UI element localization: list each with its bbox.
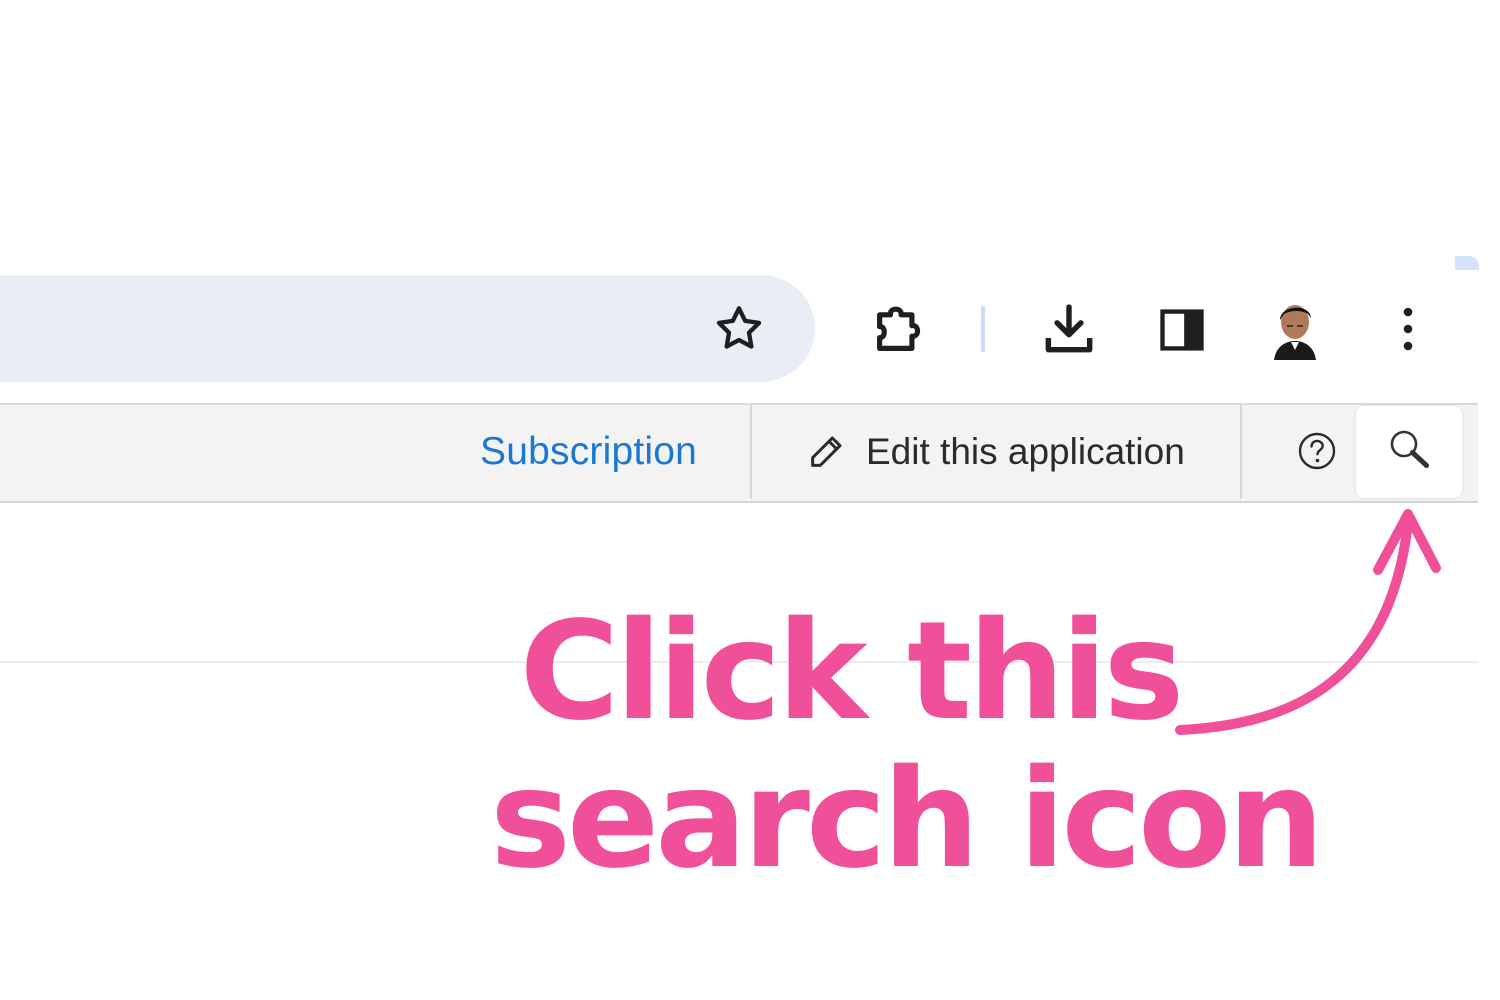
puzzle-piece-icon[interactable] <box>866 296 932 362</box>
edit-application-label: Edit this application <box>866 431 1185 472</box>
search-button[interactable] <box>1356 406 1462 498</box>
profile-avatar[interactable] <box>1266 298 1324 360</box>
toolbar-divider <box>981 306 985 352</box>
window-frame-corner <box>1455 256 1479 270</box>
app-header <box>0 403 1478 503</box>
question-circle-icon[interactable] <box>1296 430 1338 472</box>
pencil-icon <box>806 432 846 472</box>
address-bar[interactable] <box>0 275 815 382</box>
three-dots-vertical-icon[interactable] <box>1384 298 1432 360</box>
annotation-line-2: search icon <box>490 741 1324 899</box>
edit-application-button[interactable]: Edit this application <box>806 424 1185 480</box>
download-icon[interactable] <box>1036 296 1102 362</box>
header-separator <box>750 405 752 499</box>
screenshot-stage: Subscription Edit this application Click <box>0 0 1500 1000</box>
annotation-text: Click this search icon <box>490 593 1324 899</box>
annotation-line-1: Click this <box>519 593 1185 751</box>
curved-arrow-icon <box>1175 509 1441 735</box>
magnifier-icon <box>1385 426 1433 479</box>
side-panel-icon[interactable] <box>1152 300 1212 360</box>
header-separator <box>1240 405 1242 499</box>
subscription-link[interactable]: Subscription <box>480 424 697 480</box>
star-icon[interactable] <box>708 298 770 360</box>
